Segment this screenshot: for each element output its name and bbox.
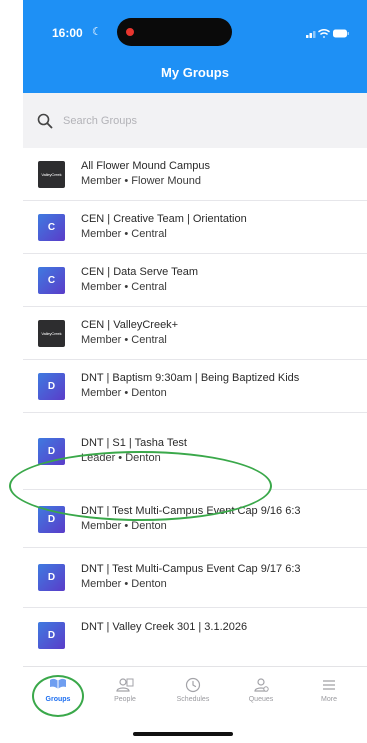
group-subtitle: Member • Denton — [81, 520, 167, 532]
group-title: CEN | Data Serve Team — [81, 266, 198, 278]
search-input[interactable] — [37, 110, 357, 132]
group-row-cen-data-serve-team[interactable]: C CEN | Data Serve Team Member • Central — [23, 254, 367, 307]
tab-groups[interactable]: Groups — [28, 677, 88, 713]
group-title: CEN | Creative Team | Orientation — [81, 213, 247, 225]
group-title: DNT | Test Multi-Campus Event Cap 9/16 6… — [81, 505, 301, 517]
status-icons — [306, 29, 349, 38]
tab-label: More — [321, 696, 337, 703]
group-logo-avatar: ValleyCreek — [38, 320, 65, 347]
group-initial-avatar: C — [38, 214, 65, 241]
tab-more[interactable]: More — [299, 677, 359, 713]
group-title: DNT | Baptism 9:30am | Being Baptized Ki… — [81, 372, 300, 384]
menu-icon — [323, 680, 335, 690]
group-initial-avatar: D — [38, 373, 65, 400]
group-row-cen-creative-team[interactable]: C CEN | Creative Team | Orientation Memb… — [23, 201, 367, 254]
group-subtitle: Member • Denton — [81, 387, 167, 399]
tab-queues[interactable]: Queues — [231, 677, 291, 713]
tab-people[interactable]: People — [95, 677, 155, 713]
wifi-icon — [318, 29, 330, 38]
tab-label: Groups — [45, 696, 71, 703]
group-initial-avatar: D — [38, 506, 65, 533]
queue-person-icon — [254, 678, 269, 692]
app-screen: 16:00 ☾ My Groups ValleyCreek All Flower… — [0, 0, 367, 743]
group-initial-avatar: D — [38, 438, 65, 465]
focus-moon-icon: ☾ — [92, 26, 102, 38]
group-row-dnt-valley-creek-301[interactable]: D DNT | Valley Creek 301 | 3.1.2026 — [23, 608, 367, 666]
signal-icon — [306, 31, 316, 38]
tab-schedules[interactable]: Schedules — [163, 677, 223, 713]
group-subtitle: Member • Central — [81, 228, 167, 240]
group-subtitle: Member • Central — [81, 334, 167, 346]
group-subtitle: Member • Flower Mound — [81, 175, 202, 187]
group-logo-avatar: ValleyCreek — [38, 161, 65, 188]
group-initial-avatar: D — [38, 622, 65, 649]
group-title: All Flower Mound Campus — [81, 160, 210, 172]
group-subtitle: Member • Central — [81, 281, 167, 293]
tab-label: Schedules — [176, 696, 210, 703]
group-row-dnt-baptism[interactable]: D DNT | Baptism 9:30am | Being Baptized … — [23, 360, 367, 413]
group-row-dnt-s1-tasha-test[interactable]: D DNT | S1 | Tasha Test Leader • Denton — [23, 413, 367, 490]
group-subtitle: Member • Denton — [81, 578, 167, 590]
group-title: CEN | ValleyCreek+ — [81, 319, 179, 331]
group-subtitle: Leader • Denton — [81, 452, 161, 464]
tab-label: Queues — [248, 696, 274, 703]
group-initial-avatar: D — [38, 564, 65, 591]
group-initial-avatar: C — [38, 267, 65, 294]
group-row-dnt-event-cap-9-16[interactable]: D DNT | Test Multi-Campus Event Cap 9/16… — [23, 490, 367, 548]
status-time: 16:00 — [52, 26, 83, 40]
group-title: DNT | Test Multi-Campus Event Cap 9/17 6… — [81, 563, 301, 575]
group-title: DNT | Valley Creek 301 | 3.1.2026 — [81, 621, 248, 633]
groups-icon — [50, 678, 66, 689]
page-title: My Groups — [161, 65, 229, 80]
group-list: ValleyCreek All Flower Mound Campus Memb… — [23, 148, 367, 666]
tab-label: People — [114, 696, 136, 703]
clock-icon — [185, 677, 201, 693]
dynamic-island — [117, 18, 232, 46]
group-row-dnt-event-cap-9-17[interactable]: D DNT | Test Multi-Campus Event Cap 9/17… — [23, 548, 367, 608]
group-title: DNT | S1 | Tasha Test — [81, 437, 187, 449]
group-row-cen-valleycreek-plus[interactable]: ValleyCreek CEN | ValleyCreek+ Member • … — [23, 307, 367, 360]
recording-dot-icon — [126, 28, 134, 36]
people-icon — [116, 678, 134, 692]
battery-icon — [333, 29, 349, 38]
group-row-all-flower-mound-campus[interactable]: ValleyCreek All Flower Mound Campus Memb… — [23, 148, 367, 201]
home-indicator — [133, 732, 233, 736]
